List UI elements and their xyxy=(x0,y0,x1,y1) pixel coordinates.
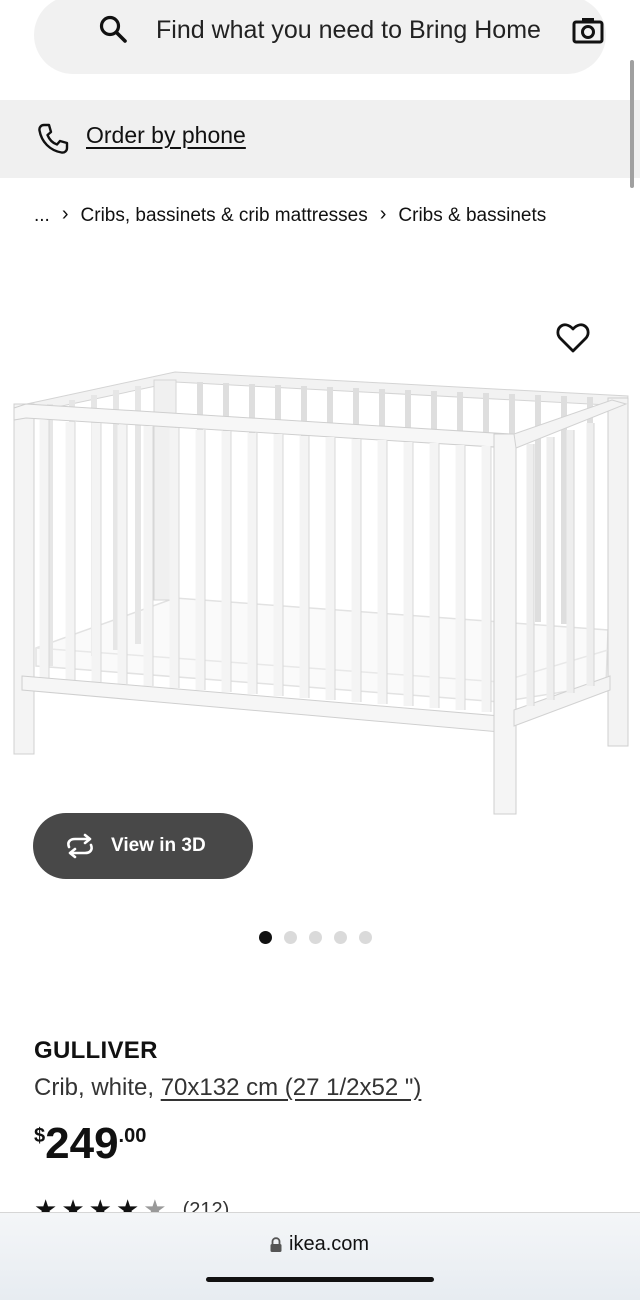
price-integer: 249 xyxy=(45,1119,119,1168)
view-in-3d-button[interactable]: View in 3D xyxy=(33,813,253,879)
breadcrumb-item-cribs-bassinets[interactable]: Cribs & bassinets xyxy=(398,205,546,227)
breadcrumb: ... › Cribs, bassinets & crib mattresses… xyxy=(34,203,546,227)
search-input[interactable] xyxy=(156,13,551,47)
carousel-dot[interactable] xyxy=(259,931,272,944)
home-indicator[interactable] xyxy=(206,1277,434,1282)
view-in-3d-label: View in 3D xyxy=(111,835,206,856)
camera-icon[interactable] xyxy=(572,16,604,44)
price-decimal: .00 xyxy=(118,1125,147,1147)
price-currency: $ xyxy=(34,1125,46,1147)
order-by-phone-bar[interactable]: Order by phone xyxy=(0,100,640,178)
url-text[interactable]: ikea.com xyxy=(289,1233,369,1256)
breadcrumb-ellipsis[interactable]: ... xyxy=(34,205,50,227)
breadcrumb-separator: › xyxy=(379,203,387,225)
phone-icon xyxy=(38,123,69,154)
carousel-dot[interactable] xyxy=(284,931,297,944)
search-header xyxy=(0,0,640,100)
page-scrollbar[interactable] xyxy=(630,60,634,188)
search-bar[interactable] xyxy=(34,0,606,74)
product-image-crib[interactable] xyxy=(0,360,640,820)
carousel-dot[interactable] xyxy=(334,931,347,944)
lock-icon xyxy=(270,1237,282,1252)
product-description: Crib, white, 70x132 cm (27 1/2x52 ") xyxy=(34,1074,421,1102)
order-by-phone-link[interactable]: Order by phone xyxy=(86,122,246,149)
carousel-dot[interactable] xyxy=(309,931,322,944)
product-name: GULLIVER xyxy=(34,1037,158,1064)
breadcrumb-item-cribs-bassinets-mattresses[interactable]: Cribs, bassinets & crib mattresses xyxy=(81,205,368,227)
product-type-color: Crib, white, xyxy=(34,1074,161,1101)
rotate-3d-icon xyxy=(67,833,93,859)
image-carousel-dots xyxy=(259,931,372,944)
browser-address-bar[interactable]: ikea.com xyxy=(0,1212,640,1300)
search-icon[interactable] xyxy=(98,14,128,44)
product-size-link[interactable]: 70x132 cm (27 1/2x52 ") xyxy=(161,1074,422,1101)
breadcrumb-separator: › xyxy=(61,203,69,225)
heart-icon[interactable] xyxy=(556,322,590,354)
product-price: $249.00 xyxy=(34,1122,146,1166)
carousel-dot[interactable] xyxy=(359,931,372,944)
